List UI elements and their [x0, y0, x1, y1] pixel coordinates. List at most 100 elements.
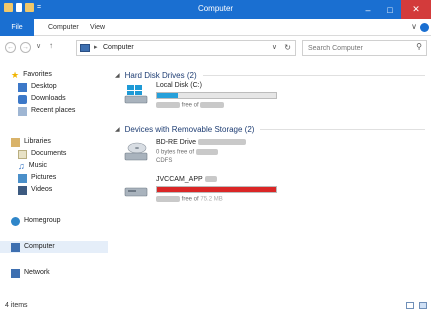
removable-section-label: Devices with Removable Storage (2) [124, 124, 255, 134]
tab-view[interactable]: View [82, 19, 113, 36]
drive-usage-bar [156, 92, 277, 99]
refresh-icon[interactable]: ↻ [284, 43, 291, 52]
search-box: ⚲ [302, 40, 427, 56]
nav-documents-label: Documents [31, 150, 67, 157]
minimize-button[interactable]: – [357, 0, 379, 19]
total-size: 75.2 MB [200, 196, 223, 203]
file-system-label: CDFS [156, 158, 173, 164]
removable-section-header[interactable]: ◢ Devices with Removable Storage (2) [115, 123, 425, 135]
tiles-view-icon[interactable] [419, 302, 427, 309]
drive-usage-fill [157, 93, 179, 98]
search-icon[interactable]: ⚲ [416, 42, 422, 51]
drive-name-text: BD-RE Drive [156, 139, 197, 146]
drive-name: JVCCAM_APP [156, 176, 217, 183]
section-divider [260, 128, 425, 130]
nav-libraries[interactable]: Libraries [11, 136, 51, 148]
nav-desktop[interactable]: Desktop [18, 81, 57, 93]
recent-locations-icon[interactable]: ∨ [36, 42, 41, 50]
pictures-icon [18, 173, 27, 183]
nav-recent-places-label: Recent places [31, 107, 76, 114]
collapse-icon[interactable]: ◢ [115, 126, 120, 133]
nav-network-label: Network [24, 269, 50, 276]
drive-name: BD-RE Drive [156, 139, 247, 146]
back-button[interactable]: ← [5, 42, 16, 53]
downloads-icon [18, 94, 27, 104]
network-icon [11, 268, 20, 278]
free-of-label: free of [181, 196, 199, 203]
redacted-value [195, 149, 218, 155]
libraries-icon [11, 137, 20, 147]
address-row: ← → ∨ ↑ ▸ Computer ∨ ↻ ⚲ [0, 37, 431, 59]
drive-usage-bar [156, 186, 277, 193]
computer-icon [11, 242, 20, 252]
nav-music-label: Music [28, 162, 48, 169]
nav-favorites-label: Favorites [23, 71, 52, 78]
nav-favorites[interactable]: ★ Favorites [11, 69, 52, 81]
drive-free-space: free of [156, 102, 225, 109]
redacted-value [204, 176, 217, 183]
computer-icon [80, 44, 90, 52]
redacted-value [200, 102, 225, 108]
drive-name-text: JVCCAM_APP [156, 176, 203, 183]
up-button[interactable]: ↑ [49, 41, 53, 50]
forward-button[interactable]: → [20, 42, 31, 53]
nav-computer-label: Computer [24, 243, 55, 250]
homegroup-icon [11, 216, 20, 226]
address-dropdown-icon[interactable]: ∨ [272, 43, 277, 51]
nav-recent-places[interactable]: Recent places [18, 105, 75, 117]
close-button[interactable]: ✕ [401, 0, 431, 19]
hdd-section-label: Hard Disk Drives (2) [124, 70, 197, 80]
nav-pictures-label: Pictures [31, 174, 57, 181]
redacted-value [156, 102, 180, 108]
star-icon: ★ [11, 70, 20, 80]
drive-free-space: free of 75.2 MB [156, 196, 223, 203]
item-count: 4 items [5, 302, 28, 309]
section-divider [202, 74, 425, 76]
nav-pictures[interactable]: Pictures [18, 172, 56, 184]
optical-drive-icon [124, 142, 148, 161]
nav-homegroup[interactable]: Homegroup [11, 215, 61, 227]
nav-videos[interactable]: Videos [18, 184, 52, 196]
breadcrumb[interactable]: Computer [103, 44, 134, 51]
free-of-label: 0 bytes free of [156, 149, 195, 156]
nav-documents[interactable]: Documents [18, 148, 66, 160]
status-bar: 4 items [0, 298, 431, 313]
documents-icon [18, 149, 27, 159]
drive-name: Local Disk (C:) [156, 82, 202, 89]
nav-music[interactable]: ♫ Music [18, 160, 47, 172]
drive-free-space: 0 bytes free of [156, 149, 218, 156]
tab-computer[interactable]: Computer [40, 19, 87, 36]
nav-downloads-label: Downloads [31, 95, 66, 102]
nav-videos-label: Videos [31, 186, 53, 193]
nav-homegroup-label: Homegroup [24, 217, 61, 224]
redacted-value [156, 196, 180, 202]
content-pane: ◢ Hard Disk Drives (2) Local Disk (C:) f… [110, 60, 431, 298]
nav-downloads[interactable]: Downloads [18, 93, 66, 105]
redacted-value [198, 139, 247, 146]
maximize-button[interactable]: □ [379, 0, 401, 19]
removable-drive-icon [124, 187, 148, 197]
recent-places-icon [18, 106, 27, 116]
help-icon[interactable] [420, 23, 429, 32]
drive-usage-fill [157, 187, 276, 192]
music-icon: ♫ [18, 161, 25, 171]
expand-ribbon-icon[interactable]: ∨ [411, 22, 417, 31]
breadcrumb-separator-icon[interactable]: ▸ [94, 43, 98, 51]
free-of-label: free of [181, 102, 199, 109]
address-bar[interactable]: ▸ Computer ∨ ↻ [76, 40, 296, 56]
collapse-icon[interactable]: ◢ [115, 72, 120, 79]
navigation-pane: ★ Favorites Desktop Downloads Recent pla… [0, 60, 108, 298]
nav-libraries-label: Libraries [24, 138, 51, 145]
hard-drive-icon [124, 85, 148, 104]
details-view-icon[interactable] [406, 302, 414, 309]
nav-desktop-label: Desktop [31, 83, 57, 90]
desktop-icon [18, 82, 27, 92]
search-input[interactable] [303, 41, 408, 55]
nav-computer[interactable]: Computer [0, 241, 108, 253]
hdd-section-header[interactable]: ◢ Hard Disk Drives (2) [115, 69, 425, 81]
nav-network[interactable]: Network [11, 267, 50, 279]
tab-file[interactable]: File [0, 19, 34, 36]
ribbon: File Computer View ∨ [0, 19, 431, 36]
title-bar: = Computer – □ ✕ [0, 0, 431, 19]
videos-icon [18, 185, 27, 195]
